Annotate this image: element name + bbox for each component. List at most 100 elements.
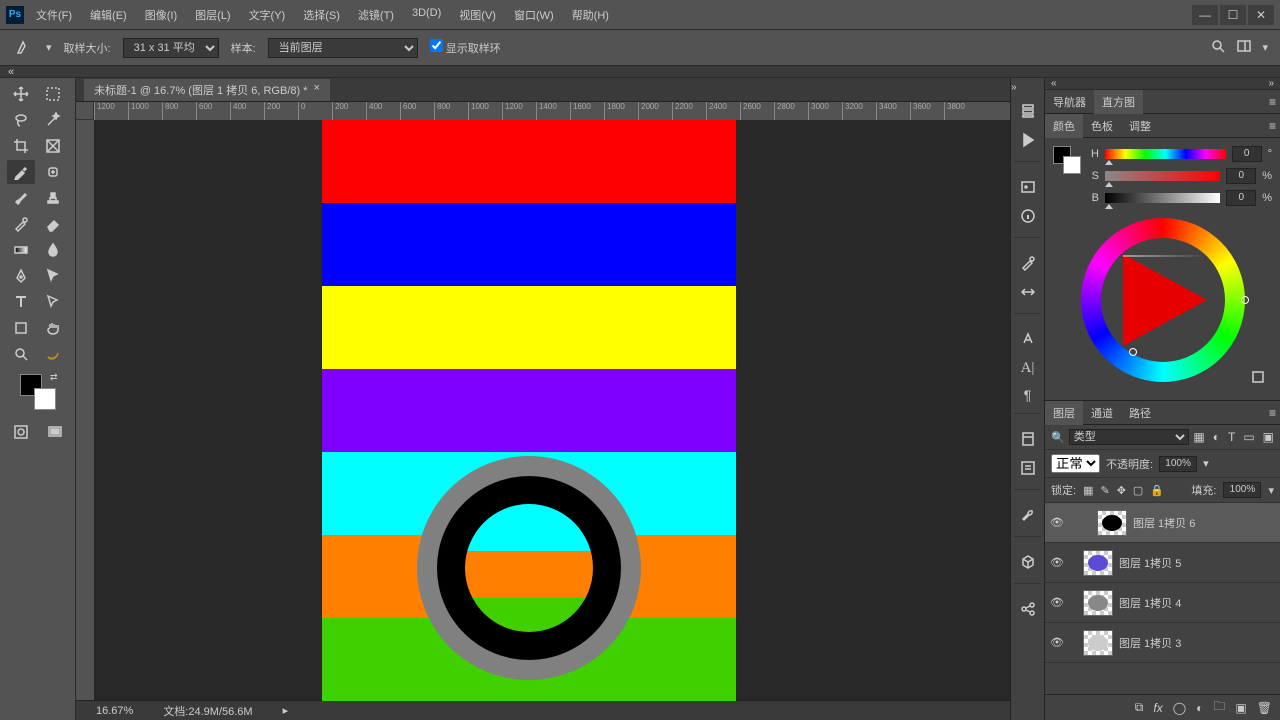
tab-histogram[interactable]: 直方图 <box>1094 90 1143 114</box>
layer-filter-select[interactable]: 类型 <box>1069 429 1190 445</box>
quickmask-tool[interactable] <box>7 420 35 444</box>
tab-swatches[interactable]: 色板 <box>1083 114 1121 138</box>
paragraph-a-icon[interactable]: A| <box>1021 360 1035 377</box>
brushes-icon[interactable] <box>1020 284 1036 303</box>
sb-marker[interactable] <box>1129 348 1137 356</box>
panel-menu-icon[interactable]: ≡ <box>1269 119 1276 133</box>
brush-tool[interactable] <box>7 186 35 210</box>
close-tab-icon[interactable]: × <box>314 82 320 98</box>
play-icon[interactable] <box>1020 132 1036 151</box>
lock-all-icon[interactable]: 🔒 <box>1150 484 1164 497</box>
gradient-tool[interactable] <box>7 238 35 262</box>
lock-trans-icon[interactable]: ▦ <box>1083 484 1093 497</box>
menu-image[interactable]: 图像(I) <box>145 7 177 23</box>
show-ring-check[interactable]: 显示取样环 <box>430 39 501 56</box>
canvas[interactable] <box>94 120 1010 700</box>
blend-mode-select[interactable]: 正常 <box>1051 454 1100 473</box>
color-swatches[interactable]: ⇄ <box>20 374 56 410</box>
hue-marker[interactable] <box>1241 296 1249 304</box>
hand-tool[interactable] <box>39 316 67 340</box>
paragraph-icon[interactable]: ¶ <box>1024 387 1032 403</box>
opacity-value[interactable]: 100% <box>1159 456 1197 472</box>
type-tool[interactable] <box>7 290 35 314</box>
collapse-bar-left[interactable]: « <box>0 66 1280 78</box>
background-swatch[interactable] <box>34 388 56 410</box>
menu-file[interactable]: 文件(F) <box>36 7 72 23</box>
close-button[interactable]: ✕ <box>1248 5 1274 25</box>
tab-adjust[interactable]: 调整 <box>1121 114 1159 138</box>
sample-size-select[interactable]: 31 x 31 平均 <box>123 38 219 58</box>
shape-tool[interactable] <box>7 316 35 340</box>
swap-colors-icon[interactable]: ⇄ <box>50 372 58 383</box>
menu-view[interactable]: 视图(V) <box>459 7 496 23</box>
move-tool[interactable] <box>7 82 35 106</box>
workspace-icon[interactable] <box>1236 38 1252 57</box>
pen-tool[interactable] <box>7 264 35 288</box>
visibility-icon[interactable]: 👁 <box>1049 636 1065 649</box>
status-arrow-icon[interactable]: ▸ <box>283 704 289 717</box>
menu-window[interactable]: 窗口(W) <box>514 7 554 23</box>
maximize-button[interactable]: ☐ <box>1220 5 1246 25</box>
path-select-tool[interactable] <box>39 290 67 314</box>
layer-name[interactable]: 图层 1拷贝 4 <box>1119 595 1181 611</box>
libraries-icon[interactable] <box>1020 431 1036 450</box>
lock-nest-icon[interactable]: ▢ <box>1133 484 1143 497</box>
sat-value[interactable]: 0 <box>1226 168 1256 184</box>
group-icon[interactable]: 🗀 <box>1213 697 1225 718</box>
wrench-icon[interactable] <box>1020 507 1036 526</box>
hue-slider[interactable] <box>1105 149 1226 159</box>
menu-layer[interactable]: 图层(L) <box>195 7 230 23</box>
menu-3d[interactable]: 3D(D) <box>412 7 441 23</box>
lasso-tool[interactable] <box>7 108 35 132</box>
layer-row[interactable]: 👁 图层 1拷贝 3 <box>1045 623 1280 663</box>
layer-thumb[interactable] <box>1083 590 1113 616</box>
visibility-icon[interactable]: 👁 <box>1049 516 1065 529</box>
sample-select[interactable]: 当前图层 <box>268 38 418 58</box>
mask-icon[interactable]: ◯ <box>1173 701 1186 715</box>
layer-row[interactable]: 👁 图层 1拷贝 6 <box>1045 503 1280 543</box>
filter-adjust-icon[interactable]: ◐ <box>1213 430 1220 444</box>
eyedropper-tool[interactable] <box>7 160 35 184</box>
comments-icon[interactable] <box>1020 460 1036 479</box>
color-wheel[interactable] <box>1081 218 1245 382</box>
panel-swatches[interactable] <box>1053 146 1081 174</box>
adjustment-icon[interactable]: ◐ <box>1196 701 1203 715</box>
document-tab[interactable]: 未标题-1 @ 16.7% (图层 1 拷贝 6, RGB/8) * × <box>84 79 330 101</box>
filter-shape-icon[interactable]: ▭ <box>1243 430 1254 444</box>
fx-icon[interactable]: fx <box>1153 701 1162 715</box>
search-icon[interactable] <box>1210 38 1226 57</box>
menu-filter[interactable]: 滤镜(T) <box>358 7 394 23</box>
layer-thumb[interactable] <box>1083 550 1113 576</box>
visibility-icon[interactable]: 👁 <box>1049 556 1065 569</box>
eraser-tool[interactable] <box>39 212 67 236</box>
frame-tool[interactable] <box>39 134 67 158</box>
lock-paint-icon[interactable]: ✎ <box>1100 484 1109 497</box>
bri-slider[interactable] <box>1105 193 1220 203</box>
menu-help[interactable]: 帮助(H) <box>572 7 609 23</box>
tab-color[interactable]: 颜色 <box>1045 114 1083 138</box>
3d-icon[interactable] <box>1020 554 1036 573</box>
sat-slider[interactable] <box>1105 171 1220 181</box>
layer-name[interactable]: 图层 1拷贝 5 <box>1119 555 1181 571</box>
character-icon[interactable] <box>1020 331 1036 350</box>
screenmode-tool[interactable] <box>41 420 69 444</box>
filter-pixel-icon[interactable]: ▦ <box>1193 430 1204 444</box>
marquee-tool[interactable] <box>39 82 67 106</box>
banana-tool[interactable] <box>39 342 67 366</box>
wand-tool[interactable] <box>39 108 67 132</box>
tab-channels[interactable]: 通道 <box>1083 401 1121 425</box>
layer-name[interactable]: 图层 1拷贝 3 <box>1119 635 1181 651</box>
layer-row[interactable]: 👁 图层 1拷贝 4 <box>1045 583 1280 623</box>
blur-tool[interactable] <box>39 238 67 262</box>
layer-name[interactable]: 图层 1拷贝 6 <box>1133 515 1195 531</box>
tab-navigator[interactable]: 导航器 <box>1045 90 1094 114</box>
menu-edit[interactable]: 编辑(E) <box>90 7 127 23</box>
info-icon[interactable] <box>1020 208 1036 227</box>
history-icon[interactable] <box>1020 103 1036 122</box>
link-layers-icon[interactable]: ⧉ <box>1135 700 1144 715</box>
filter-smart-icon[interactable]: ▣ <box>1263 430 1274 444</box>
expand-wheel-icon[interactable] <box>1250 369 1266 388</box>
layer-thumb[interactable] <box>1097 510 1127 536</box>
menu-type[interactable]: 文字(Y) <box>249 7 286 23</box>
visibility-icon[interactable]: 👁 <box>1049 596 1065 609</box>
